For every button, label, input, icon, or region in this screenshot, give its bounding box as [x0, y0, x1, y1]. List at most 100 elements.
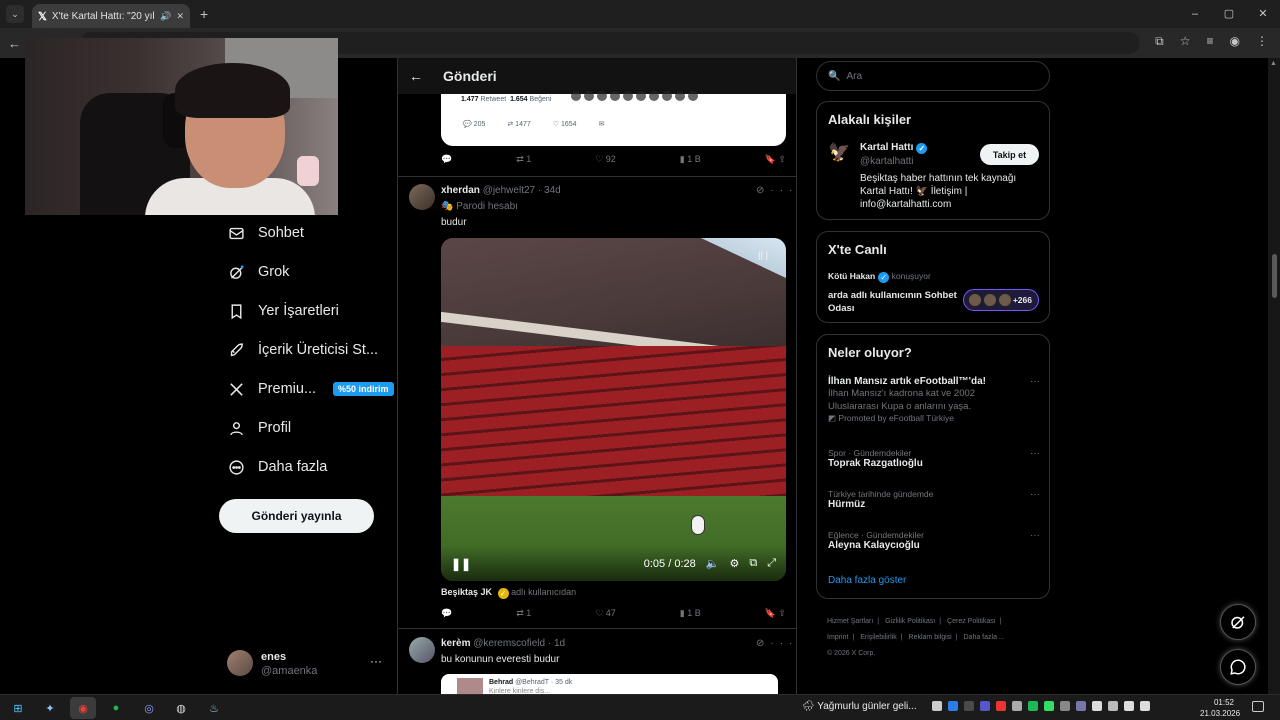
tweet-author-handle[interactable]: @jehwelt27: [483, 185, 535, 196]
tweet-tools[interactable]: ⊘···: [756, 185, 798, 196]
messages-fab-button[interactable]: [1220, 649, 1256, 685]
mouse-cursor: [691, 515, 705, 535]
footer-link[interactable]: Gizlilik Politikası: [885, 618, 935, 625]
copilot-icon[interactable]: ✦: [40, 699, 60, 717]
avatar[interactable]: [409, 184, 435, 210]
browser-back-icon[interactable]: ←: [8, 36, 21, 51]
tray-app-icon: [1092, 701, 1102, 711]
pip-icon[interactable]: ⧉: [749, 557, 757, 570]
footer-link[interactable]: Daha fazla ...: [964, 634, 1005, 641]
reply-icon[interactable]: 💬: [441, 154, 452, 165]
live-host[interactable]: Kötü Hakan ✓ konuşuyor: [828, 271, 931, 283]
footer-link[interactable]: Erişilebilirlik: [860, 634, 897, 641]
live-listeners-pill[interactable]: +266: [963, 289, 1039, 311]
follow-button[interactable]: Takip et: [980, 144, 1039, 165]
obs-icon[interactable]: ◍: [171, 699, 191, 717]
more-icon[interactable]: ···: [1030, 448, 1040, 459]
trend-item[interactable]: İlhan Mansız artık eFootball™'da! İlhan …: [828, 376, 1040, 424]
video-source[interactable]: Beşiktaş JK ✓ adlı kullanıcıdan: [441, 587, 576, 599]
trend-title: İlhan Mansız artık eFootball™'da!: [828, 376, 986, 387]
nav-item-chat[interactable]: Sohbet: [228, 222, 304, 244]
close-window-button[interactable]: ✕: [1246, 0, 1280, 28]
weather-widget[interactable]: 🌧 Yağmurlu günler geli...: [802, 701, 917, 712]
grok-fab-button[interactable]: [1220, 604, 1256, 640]
views-button[interactable]: ▮ 1 B: [680, 608, 701, 619]
tweet-time[interactable]: · 1d: [548, 638, 565, 649]
quoted-tweet-card[interactable]: Behrad @BehradT · 35 dk Kinlere kinlere …: [441, 674, 778, 696]
volume-icon[interactable]: 🔈: [706, 557, 720, 570]
notification-icon[interactable]: [1252, 701, 1264, 712]
fullscreen-icon[interactable]: ⤢: [767, 557, 776, 570]
live-room-title[interactable]: arda adlı kullanıcının Sohbet Odası: [828, 289, 958, 315]
pause-button[interactable]: ❚❚: [451, 557, 471, 571]
profile-avatar-icon[interactable]: ◉: [1230, 34, 1240, 49]
system-tray[interactable]: [932, 701, 1150, 711]
more-icon[interactable]: ···: [1030, 376, 1040, 387]
avatar[interactable]: [409, 637, 435, 663]
network-tray-icon: [1140, 701, 1150, 711]
nav-item-grok[interactable]: Grok: [228, 261, 289, 283]
who-name[interactable]: Kartal Hattı ✓: [860, 142, 928, 154]
show-more-link[interactable]: Daha fazla göster: [828, 575, 906, 586]
tweet-tools[interactable]: ⊘···: [756, 638, 798, 649]
tab-search-button[interactable]: ⌄: [6, 5, 24, 23]
media-controls-icon[interactable]: ≡: [1207, 34, 1214, 49]
who-handle[interactable]: @kartalhatti: [860, 156, 914, 167]
eagle-avatar-icon[interactable]: 🦅: [828, 142, 854, 168]
bookmark-action-icon[interactable]: 🔖 ⇪: [765, 608, 786, 619]
quoted-tweet-card[interactable]: 1.477 Retweet 1.654 Beğeni 💬 205 ⇄ 1477 …: [441, 91, 786, 146]
spotify-icon[interactable]: ●: [106, 699, 126, 717]
tray-app-icon: [1108, 701, 1118, 711]
bookmark-action-icon[interactable]: 🔖 ⇪: [765, 154, 786, 165]
page-scrollbar[interactable]: ▲: [1268, 58, 1280, 694]
scrollbar-thumb[interactable]: [1272, 254, 1277, 298]
steam-icon[interactable]: ♨: [204, 699, 224, 717]
views-button[interactable]: ▮ 1 B: [680, 154, 701, 165]
nav-item-bookmarks[interactable]: Yer İşaretleri: [228, 300, 339, 322]
restore-button[interactable]: ▢: [1212, 0, 1246, 28]
trend-item[interactable]: Spor · Gündemdekiler Toprak Razgatlıoğlu…: [828, 448, 1040, 469]
more-icon[interactable]: ···: [1030, 489, 1040, 500]
new-tab-button[interactable]: +: [200, 6, 208, 22]
install-app-icon[interactable]: ⧉: [1155, 34, 1164, 49]
footer-link[interactable]: Hizmet Şartları: [827, 618, 873, 625]
footer-link[interactable]: Reklam bilgisi: [909, 634, 952, 641]
tweet-author-handle[interactable]: @keremscofield: [473, 638, 545, 649]
nav-item-premium[interactable]: Premiu... %50 indirim: [228, 378, 394, 400]
nav-item-profile[interactable]: Profil: [228, 417, 291, 439]
chrome-icon[interactable]: ◉: [73, 699, 93, 717]
close-tab-icon[interactable]: ✕: [176, 11, 184, 22]
reply-icon[interactable]: 💬: [441, 608, 452, 619]
account-switcher[interactable]: enes @amaenka ···: [227, 650, 387, 680]
trend-item[interactable]: Eğlence · Gündemdekiler Aleyna Kalaycıoğ…: [828, 530, 1040, 551]
search-input[interactable]: 🔍 Ara: [816, 61, 1050, 91]
footer-link[interactable]: Çerez Politikası: [947, 618, 996, 625]
browser-menu-icon[interactable]: ⋮: [1256, 34, 1268, 49]
tweet-author-name[interactable]: xherdan: [441, 185, 480, 196]
footer-link[interactable]: Imprint: [827, 634, 848, 641]
scroll-up-icon[interactable]: ▲: [1270, 60, 1277, 67]
settings-icon[interactable]: ⚙: [729, 557, 739, 570]
nav-item-creator-studio[interactable]: İçerik Üreticisi St...: [228, 339, 378, 361]
minimize-button[interactable]: –: [1178, 0, 1212, 28]
account-more-icon[interactable]: ···: [370, 654, 382, 668]
repost-button[interactable]: ⇄ 1: [516, 154, 531, 165]
browser-tab[interactable]: 𝕏 X'te Kartal Hattı: "20 yıl önc 🔊 ✕: [32, 4, 190, 28]
verified-icon: ✓: [916, 143, 928, 154]
like-button[interactable]: ♡ 47: [595, 608, 616, 619]
discord-icon[interactable]: ◎: [139, 699, 159, 717]
system-clock[interactable]: 01:52 21.03.2026: [1200, 697, 1240, 719]
back-arrow-icon[interactable]: ←: [409, 68, 423, 84]
nav-item-more[interactable]: Daha fazla: [228, 456, 327, 478]
tweet-time[interactable]: · 34d: [538, 185, 561, 196]
repost-button[interactable]: ⇄ 1: [516, 608, 531, 619]
bookmark-star-icon[interactable]: ☆: [1180, 34, 1191, 49]
start-menu-icon[interactable]: ⊞: [8, 699, 28, 717]
like-button[interactable]: ♡ 92: [595, 154, 616, 165]
post-button[interactable]: Gönderi yayınla: [219, 499, 374, 533]
tweet-author-name[interactable]: kerèm: [441, 638, 470, 649]
speaker-icon[interactable]: 🔊: [160, 11, 171, 22]
video-player[interactable]: || | ❚❚ 0:05 / 0:28 🔈 ⚙ ⧉ ⤢: [441, 238, 786, 581]
more-icon[interactable]: ···: [1030, 530, 1040, 541]
trend-item[interactable]: Türkiye tarihinde gündemde Hürmüz ···: [828, 489, 1040, 510]
